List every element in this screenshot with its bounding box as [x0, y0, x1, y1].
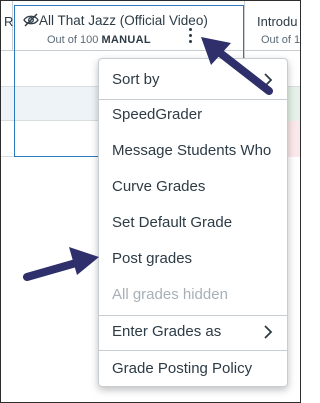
- menu-item-label: Set Default Grade: [112, 214, 233, 231]
- column-header-previous-label: R: [4, 14, 14, 29]
- menu-item-enter-grades-as[interactable]: Enter Grades as: [99, 314, 287, 350]
- menu-item-label: Sort by: [112, 71, 160, 88]
- menu-item-message-students[interactable]: Message Students Who: [99, 133, 287, 169]
- arrow-annotation: [23, 247, 99, 281]
- column-header-previous[interactable]: R: [1, 1, 13, 51]
- eye-slash-icon: [23, 13, 39, 27]
- arrow-annotation: [201, 37, 273, 95]
- menu-item-label: Post grades: [112, 250, 193, 267]
- menu-item-curve-grades[interactable]: Curve Grades: [99, 169, 287, 205]
- column-options-menu: Sort by SpeedGrader Message Students Who…: [98, 58, 288, 387]
- menu-item-label: Enter Grades as: [112, 323, 222, 340]
- menu-item-speedgrader[interactable]: SpeedGrader: [99, 97, 287, 133]
- assignment-column-title[interactable]: All That Jazz (Official Video): [39, 13, 239, 28]
- points-possible: Out of 100: [47, 34, 99, 46]
- chevron-right-icon: [264, 325, 273, 339]
- column-header-next-title: Introdu: [257, 14, 298, 29]
- menu-item-label: All grades hidden: [112, 286, 228, 303]
- posting-policy-badge: MANUAL: [101, 34, 151, 46]
- menu-item-label: SpeedGrader: [112, 106, 203, 123]
- menu-item-grade-posting-policy[interactable]: Grade Posting Policy: [99, 351, 287, 387]
- menu-item-hide-grades: All grades hidden: [99, 277, 287, 313]
- menu-item-label: Curve Grades: [112, 178, 206, 195]
- screenshot-frame: R Introdu Out of 1 All That Jazz (Offici…: [0, 0, 301, 403]
- menu-item-set-default-grade[interactable]: Set Default Grade: [99, 205, 287, 241]
- menu-item-label: Grade Posting Policy: [112, 360, 253, 377]
- assignment-column-subtitle: Out of 100 MANUAL: [47, 34, 151, 46]
- menu-item-label: Message Students Who: [112, 142, 272, 159]
- menu-item-post-grades[interactable]: Post grades: [99, 241, 287, 277]
- kebab-menu-icon[interactable]: [188, 28, 194, 46]
